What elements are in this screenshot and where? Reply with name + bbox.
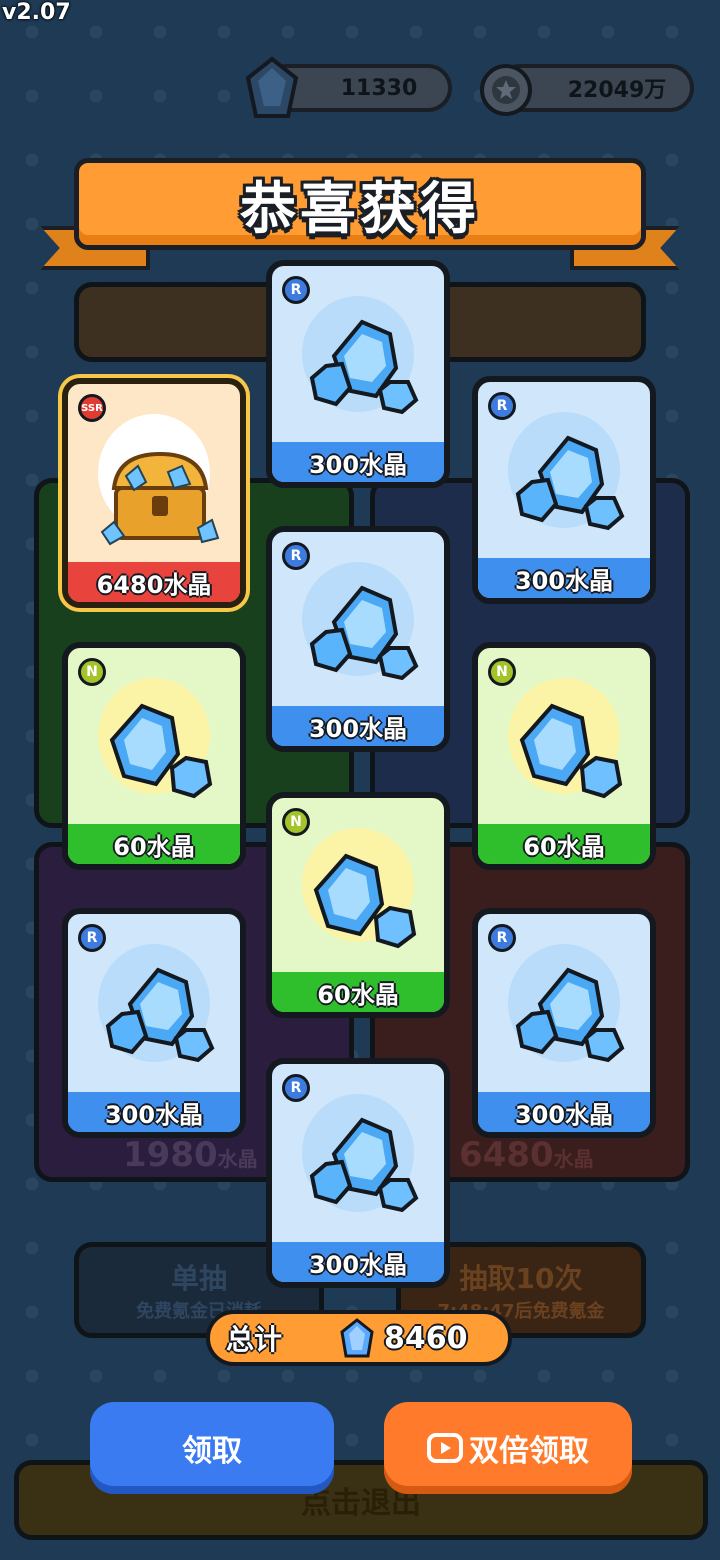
crystal-icon: [245, 56, 299, 118]
total-label: 总计: [226, 1323, 283, 1356]
banner-title: 恭喜获得: [240, 176, 480, 242]
claim-button-label: 领取: [182, 1435, 242, 1468]
treasure-chest-icon: [100, 451, 220, 546]
reward-amount-label: 300水晶: [272, 1242, 444, 1282]
rarity-badge: N: [488, 658, 516, 686]
double-claim-button-label: 双倍领取: [469, 1435, 589, 1468]
crystal-cluster-icon: [309, 585, 419, 681]
reward-card: N 60水晶: [62, 642, 246, 870]
total-value: 8460: [384, 1320, 468, 1356]
rarity-badge: N: [78, 658, 106, 686]
crystal-gem-icon: [519, 703, 623, 799]
claim-button[interactable]: 领取: [90, 1402, 334, 1494]
bg-left-price: 1980: [123, 1135, 218, 1175]
rarity-badge: R: [282, 1074, 310, 1102]
reward-card: R 300水晶: [266, 260, 450, 488]
crystal-gem-icon: [109, 703, 213, 799]
video-icon: [427, 1433, 463, 1463]
bg-right-price-unit: 水晶: [553, 1147, 594, 1171]
reward-card: N 60水晶: [266, 792, 450, 1018]
rarity-badge: R: [282, 276, 310, 304]
reward-amount-label: 300水晶: [478, 1092, 650, 1132]
bg-left-price-unit: 水晶: [217, 1147, 258, 1171]
reward-card: R 300水晶: [62, 908, 246, 1138]
reward-amount-label: 60水晶: [272, 972, 444, 1012]
reward-amount-label: 300水晶: [68, 1092, 240, 1132]
version-label: v2.07: [2, 0, 71, 25]
double-claim-button[interactable]: 双倍领取: [384, 1402, 632, 1494]
crystal-gem-icon: [313, 853, 417, 949]
crystal-cluster-icon: [309, 319, 419, 415]
reward-card: R 300水晶: [266, 526, 450, 752]
crystal-icon: [340, 1318, 374, 1358]
rarity-badge: R: [488, 392, 516, 420]
crystal-cluster-icon: [105, 967, 215, 1063]
reward-card: R 300水晶: [472, 376, 656, 604]
reward-amount-label: 300水晶: [272, 442, 444, 482]
reward-card: N 60水晶: [472, 642, 656, 870]
reward-amount-label: 60水晶: [478, 824, 650, 864]
reward-amount-label: 300水晶: [478, 558, 650, 598]
reward-amount-label: 60水晶: [68, 824, 240, 864]
crystal-balance-value: 11330: [340, 75, 418, 101]
crystal-cluster-icon: [515, 435, 625, 531]
rarity-badge: SSR: [78, 394, 106, 422]
coin-icon: [480, 64, 532, 116]
rarity-badge: N: [282, 808, 310, 836]
rarity-badge: R: [488, 924, 516, 952]
reward-amount-label: 6480水晶: [68, 562, 240, 602]
crystal-cluster-icon: [309, 1117, 419, 1213]
reward-card: R 300水晶: [472, 908, 656, 1138]
reward-amount-label: 300水晶: [272, 706, 444, 746]
reward-card: SSR 6480水晶: [62, 378, 246, 608]
reward-card: R 300水晶: [266, 1058, 450, 1288]
rarity-badge: R: [78, 924, 106, 952]
rarity-badge: R: [282, 542, 310, 570]
crystal-cluster-icon: [515, 967, 625, 1063]
bg-right-price: 6480: [459, 1135, 554, 1175]
coin-balance-value: 22049万: [567, 78, 667, 103]
